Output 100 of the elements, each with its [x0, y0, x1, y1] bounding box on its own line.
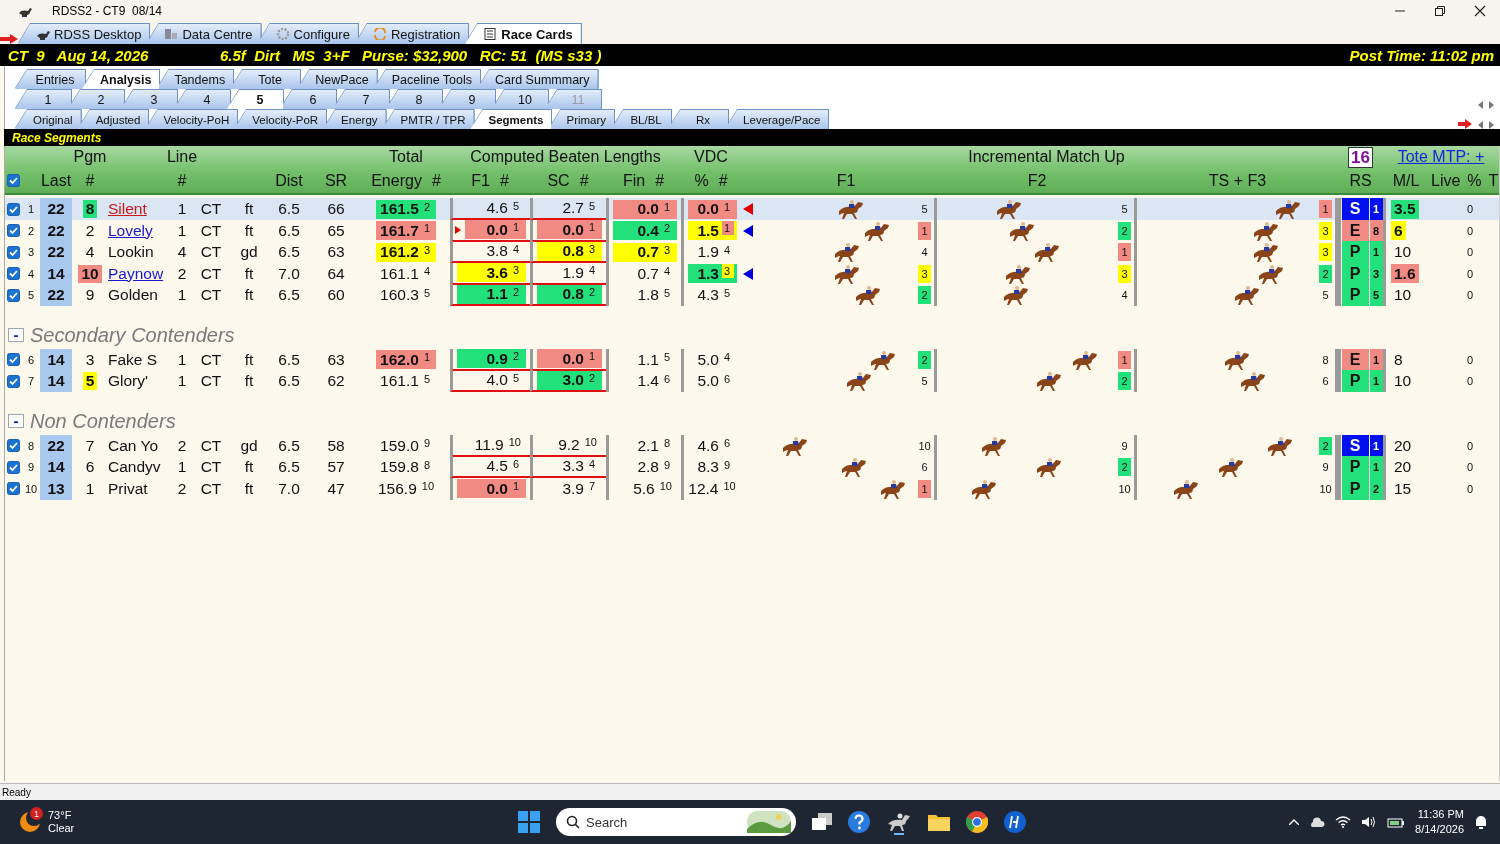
scroll-left-icon[interactable]: [1478, 101, 1483, 109]
tab[interactable]: Adjusted: [77, 110, 149, 129]
tab[interactable]: Original: [15, 110, 81, 129]
table-row[interactable]: 4 14 10 Paynow 2 CT ft 7.0 64 161.1 4 3.6 3 1.9 4 0.7 4 1.3 3 3 3 2 P 3 1.6 0: [5, 262, 1499, 284]
table-row[interactable]: 9 14 6 Candyv 1 CT ft 6.5 57 159.8 8 4.5 6 3.3 4 2.8 9 8.3 9 6 2 9 P 1 20 0: [5, 456, 1499, 478]
close-icon[interactable]: [1474, 5, 1486, 17]
tab[interactable]: Energy: [323, 110, 386, 129]
horse-name: Privat: [108, 479, 148, 498]
checkbox[interactable]: [7, 202, 20, 216]
table-row[interactable]: 5 22 9 Golden 1 CT ft 6.5 60 160.3 5 1.1 2 0.8 2 1.8 5 4.3 5 2 4 5 P 5 10 0: [5, 284, 1499, 306]
folder-icon[interactable]: [928, 813, 950, 831]
tab[interactable]: 10: [492, 90, 548, 109]
horse-name-link[interactable]: Paynow: [108, 264, 164, 283]
horse-name-link[interactable]: Silent: [108, 200, 147, 218]
rank-number: 1: [1369, 198, 1383, 220]
tab[interactable]: NewPace: [297, 70, 377, 89]
rank-number: 2: [1319, 436, 1332, 455]
browser-icon[interactable]: [966, 811, 988, 833]
tab[interactable]: Configure: [257, 24, 358, 44]
checkbox[interactable]: [7, 288, 20, 302]
morning-line-odds: 1.6: [1391, 264, 1419, 283]
collapse-button[interactable]: -: [8, 327, 24, 342]
tote-mtp-link[interactable]: Tote MTP: +: [1397, 148, 1485, 166]
speed-rating: 65: [327, 221, 345, 240]
table-row[interactable]: 6 14 3 Fake S 1 CT ft 6.5 63 162.0 1 0.9 2 0.0 1 1.1 5 5.0 4 2 1 8 E 1 8 0: [5, 348, 1499, 370]
tab[interactable]: Tote: [230, 70, 301, 89]
tab[interactable]: 9: [439, 90, 495, 109]
tab[interactable]: Paceline Tools: [373, 70, 481, 89]
checkbox[interactable]: [7, 174, 20, 187]
chevron-up-icon[interactable]: [1289, 819, 1300, 825]
tab[interactable]: Velocity-PoH: [145, 110, 238, 129]
last-days: 14: [47, 264, 65, 283]
column-header: Computed Beaten Lengths: [470, 148, 661, 166]
cloud-icon[interactable]: [1309, 816, 1326, 828]
tab[interactable]: Leverage/Pace: [725, 110, 829, 129]
checkbox[interactable]: [7, 353, 20, 366]
tab[interactable]: Data Centre: [146, 24, 261, 44]
tab[interactable]: PMTR / TPR: [382, 110, 474, 129]
scroll-left-icon[interactable]: [1478, 121, 1483, 129]
tab[interactable]: Entries: [15, 70, 85, 89]
line-number: 1: [177, 372, 187, 390]
table-row[interactable]: 7 14 5 Glory' 1 CT ft 6.5 62 161.1 5 4.0 5 3.0 2 1.4 6 5.0 6 5 2 6 P 1 10 0: [5, 370, 1499, 392]
wifi-icon[interactable]: [1335, 816, 1352, 828]
arrow-icon[interactable]: [0, 34, 18, 44]
table-row[interactable]: 2 22 2 Lovely 1 CT ft 6.5 65 161.7 1 0.0 1 0.0 1 0.4 2 1.5 1 1 2 3 E 8 6 0: [5, 219, 1499, 241]
tab[interactable]: 4: [174, 90, 230, 109]
volume-icon[interactable]: [1361, 816, 1378, 828]
beaten-lengths: 3.8: [485, 242, 508, 260]
help-icon[interactable]: [848, 811, 870, 833]
tab[interactable]: RDSS Desktop: [18, 24, 150, 44]
tab[interactable]: 2: [68, 90, 124, 109]
rank-number: 7: [588, 479, 597, 493]
arrow-icon[interactable]: [1458, 119, 1472, 129]
table-row[interactable]: 3 22 4 Lookin 4 CT gd 6.5 63 161.2 3 3.8 4 0.8 3 0.7 3 1.9 4 4 1 3 P 1 10 0: [5, 241, 1499, 263]
tab[interactable]: Rx: [668, 110, 729, 129]
row-number: 9: [27, 461, 35, 473]
tab[interactable]: Registration: [354, 24, 469, 44]
tab[interactable]: Primary: [548, 110, 615, 129]
collapse-button[interactable]: -: [8, 413, 24, 428]
beaten-lengths: 4.0: [485, 371, 508, 389]
table-row[interactable]: 10 13 1 Privat 2 CT ft 7.0 47 156.9 10 0.0 1 3.9 7 5.6 10 12.4 10 1 10 10 P 2 15 0: [5, 477, 1499, 499]
program-number: 10: [78, 264, 102, 283]
notification-icon[interactable]: [1474, 814, 1488, 830]
rank-number: 3: [722, 264, 734, 278]
checkbox[interactable]: [7, 439, 20, 452]
tab[interactable]: BL/BL: [611, 110, 672, 129]
battery-icon[interactable]: [1387, 816, 1406, 828]
checkbox[interactable]: [7, 224, 20, 237]
checkbox[interactable]: [7, 482, 20, 495]
checkbox[interactable]: [7, 460, 20, 474]
rank-number: 4: [422, 264, 431, 278]
checkbox[interactable]: [7, 267, 20, 280]
tab[interactable]: 3: [121, 90, 177, 109]
table-row[interactable]: 8 22 7 Can Yo 2 CT gd 6.5 58 159.0 9 11.9 10 9.2 10 2.1 8 4.6 6 10 9 2 S 1 20 0: [5, 434, 1499, 456]
task-view-icon[interactable]: [812, 813, 832, 831]
vdc-value: 4.6: [696, 436, 719, 455]
tab[interactable]: 6: [280, 90, 336, 109]
table-row[interactable]: 1 22 8 Silent 1 CT ft 6.5 66 161.5 2 4.6 5 2.7 5 0.0 1 0.0 1 5 5 1 S 1 3.5 0: [5, 198, 1499, 220]
rank-number: 1: [1369, 370, 1383, 392]
rank-number: 1: [1118, 350, 1131, 369]
column-header: Pgm: [73, 148, 107, 166]
tab[interactable]: Card Summmary: [477, 70, 598, 89]
scroll-right-icon[interactable]: [1489, 121, 1494, 129]
column-header: Incremental Match Up: [968, 148, 1125, 166]
tab[interactable]: Velocity-PoR: [234, 110, 327, 129]
column-header: Line: [166, 148, 198, 166]
tab[interactable]: 7: [333, 90, 389, 109]
column-header: SR: [324, 171, 348, 190]
checkbox[interactable]: [7, 374, 20, 388]
tab[interactable]: 8: [386, 90, 442, 109]
start-icon[interactable]: [518, 811, 540, 833]
scroll-right-icon[interactable]: [1489, 101, 1494, 109]
tab[interactable]: Tandems: [156, 70, 234, 89]
line-number: 1: [177, 286, 187, 304]
tab[interactable]: 1: [15, 90, 71, 109]
restore-icon[interactable]: [1434, 5, 1446, 17]
tab[interactable]: Race Cards: [465, 24, 581, 44]
horse-name-link[interactable]: Lovely: [108, 221, 153, 240]
rank-number: 10: [918, 438, 931, 454]
checkbox[interactable]: [7, 245, 20, 259]
